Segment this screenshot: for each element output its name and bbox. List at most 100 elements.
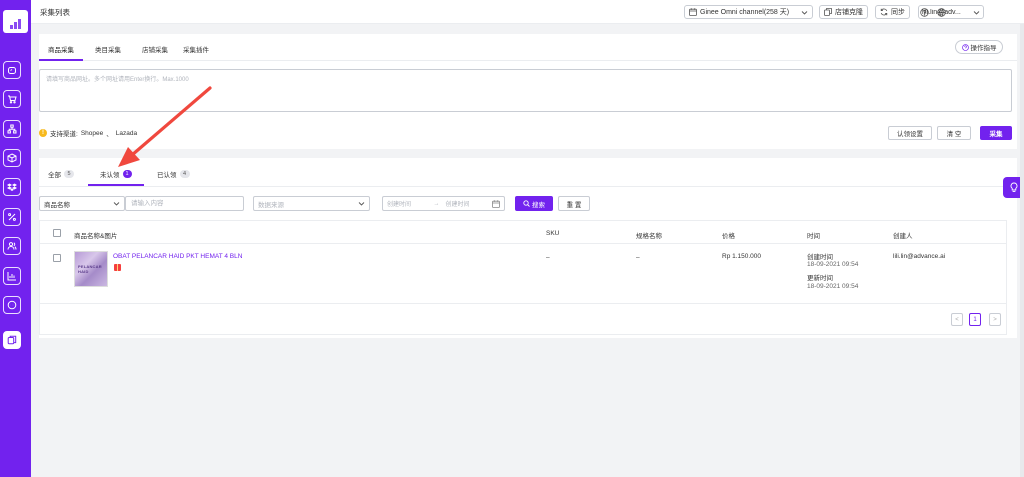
sidebar-item-stores[interactable] xyxy=(3,120,21,138)
chart-icon xyxy=(7,272,16,281)
search-button[interactable]: 搜索 xyxy=(515,196,553,211)
column-header-spec: 规格名称 xyxy=(636,233,662,240)
page-scrollbar[interactable] xyxy=(1020,24,1024,477)
count-badge: 5 xyxy=(64,170,74,178)
org-tree-icon xyxy=(7,124,17,134)
sidebar-item-orders[interactable] xyxy=(3,90,21,108)
claim-settings-button[interactable]: 认领设置 xyxy=(888,126,932,140)
creator-cell: lili.lin@advance.ai xyxy=(893,253,946,260)
sidebar-item-promotions[interactable] xyxy=(3,208,21,226)
count-badge: 4 xyxy=(179,170,190,178)
spec-cell: – xyxy=(636,254,640,261)
url-input[interactable] xyxy=(39,69,1012,112)
collect-icon xyxy=(7,335,17,345)
select-all-checkbox[interactable] xyxy=(53,229,61,237)
date-start: 创建时间 xyxy=(387,202,412,208)
logo-bars-icon xyxy=(10,19,21,29)
collected-list-panel: 全部 5 未认领 1 已认领 4 商品名称 数据来源 创建时间 → 创建时间 搜… xyxy=(39,158,1017,338)
user-menu[interactable]: lili.lin@adv... xyxy=(918,5,984,19)
search-icon xyxy=(523,200,530,207)
keyword-input[interactable] xyxy=(125,196,244,211)
row-divider xyxy=(40,303,1006,304)
count-badge: 1 xyxy=(122,170,132,178)
chevron-down-icon xyxy=(358,202,365,206)
sidebar-item-dashboard[interactable] xyxy=(3,61,21,79)
tab-store-collect[interactable]: 店铺采集 xyxy=(142,44,168,54)
clear-button[interactable]: 清 空 xyxy=(937,126,971,140)
sku-cell: – xyxy=(546,254,550,261)
column-header-creator: 创建人 xyxy=(893,233,913,240)
tab-category-collect[interactable]: 类目采集 xyxy=(95,44,121,54)
date-end: 创建时间 xyxy=(445,202,470,208)
tab-all[interactable]: 全部 5 xyxy=(48,169,74,179)
sidebar-item-customers[interactable] xyxy=(3,237,21,255)
channel-lazada: Lazada xyxy=(115,129,138,137)
box-icon xyxy=(7,153,17,163)
chevron-down-icon xyxy=(113,202,120,206)
calendar-icon xyxy=(492,199,500,208)
date-range-picker[interactable]: 创建时间 → 创建时间 xyxy=(382,196,505,211)
reset-button[interactable]: 重 置 xyxy=(558,196,590,211)
tabs-divider xyxy=(39,186,1017,187)
active-tab-indicator xyxy=(39,59,83,61)
message-icon xyxy=(7,300,17,310)
help-icon xyxy=(961,43,969,51)
chevron-down-icon xyxy=(973,10,980,15)
pager-next-button[interactable]: > xyxy=(989,313,1001,326)
tab-collect-plugin[interactable]: 采集插件 xyxy=(183,44,209,54)
search-field-select[interactable]: 商品名称 xyxy=(39,196,125,211)
pager-prev-button[interactable]: < xyxy=(951,313,963,326)
table-header-divider xyxy=(40,243,1006,244)
store-name: Ginee Omni channel(258 天) xyxy=(700,9,790,16)
app-logo[interactable] xyxy=(3,10,28,33)
tab-claimed[interactable]: 已认领 4 xyxy=(157,169,190,179)
collect-panel: 商品采集 类目采集 店铺采集 采集插件 操作指导 ! 支持渠道: Shopee … xyxy=(39,34,1017,149)
product-name-link[interactable]: OBAT PELANCAR HAID PKT HEMAT 4 BLN xyxy=(113,253,242,260)
dashboard-icon xyxy=(8,67,16,74)
price-cell: Rp 1.150.000 xyxy=(722,253,762,260)
cart-icon xyxy=(8,95,17,104)
top-header: 采集列表 Ginee Omni channel(258 天) 店铺克隆 同步 l… xyxy=(31,0,1024,24)
guide-button[interactable]: 操作指导 xyxy=(955,40,1003,54)
gift-icon xyxy=(114,264,121,271)
updated-at: 18-09-2021 09:54 xyxy=(807,283,859,290)
sidebar-item-inventory[interactable] xyxy=(3,178,21,196)
column-header-sku: SKU xyxy=(546,230,560,237)
dropbox-icon xyxy=(7,183,17,191)
product-thumbnail[interactable]: PELANCAR HAID xyxy=(74,251,108,287)
sidebar-item-products[interactable] xyxy=(3,149,21,167)
clone-icon xyxy=(824,8,832,16)
lightbulb-icon xyxy=(1010,182,1017,192)
calendar-icon xyxy=(689,8,697,16)
sidebar-item-chat[interactable] xyxy=(3,296,21,314)
tab-unclaimed[interactable]: 未认领 1 xyxy=(100,169,132,179)
row-checkbox[interactable] xyxy=(53,254,61,262)
pager-page-1[interactable]: 1 xyxy=(969,313,981,326)
channel-shopee: Shopee xyxy=(80,129,104,137)
sidebar-item-reports[interactable] xyxy=(3,267,21,285)
refresh-icon xyxy=(880,8,888,16)
page-title: 采集列表 xyxy=(40,8,70,17)
products-table: 商品名称&图片 SKU 规格名称 价格 时间 创建人 PELANCAR HAID… xyxy=(39,220,1007,335)
collect-button[interactable]: 采集 xyxy=(980,126,1012,140)
store-clone-button[interactable]: 店铺克隆 xyxy=(819,5,868,19)
warning-icon: ! xyxy=(39,129,47,137)
users-icon xyxy=(7,242,17,250)
store-selector[interactable]: Ginee Omni channel(258 天) xyxy=(684,5,813,19)
sync-button[interactable]: 同步 xyxy=(875,5,910,19)
sidebar xyxy=(0,0,31,477)
updated-label: 更新时间 xyxy=(807,275,833,282)
percent-icon xyxy=(8,213,16,221)
created-label: 创建时间 xyxy=(807,254,833,261)
collect-tabs: 商品采集 类目采集 店铺采集 采集插件 操作指导 xyxy=(39,34,1017,61)
data-source-select[interactable]: 数据来源 xyxy=(253,196,370,211)
created-at: 18-09-2021 09:54 xyxy=(807,261,859,268)
chevron-down-icon xyxy=(801,10,808,15)
column-header-product: 商品名称&图片 xyxy=(74,233,118,240)
tab-product-collect[interactable]: 商品采集 xyxy=(48,44,74,54)
column-header-price: 价格 xyxy=(722,233,735,240)
sidebar-item-collect[interactable] xyxy=(3,331,21,349)
user-email: lili.lin@adv... xyxy=(922,8,961,16)
supported-channels: ! 支持渠道: Shopee 、 Lazada xyxy=(39,128,137,138)
column-header-time: 时间 xyxy=(807,233,820,240)
